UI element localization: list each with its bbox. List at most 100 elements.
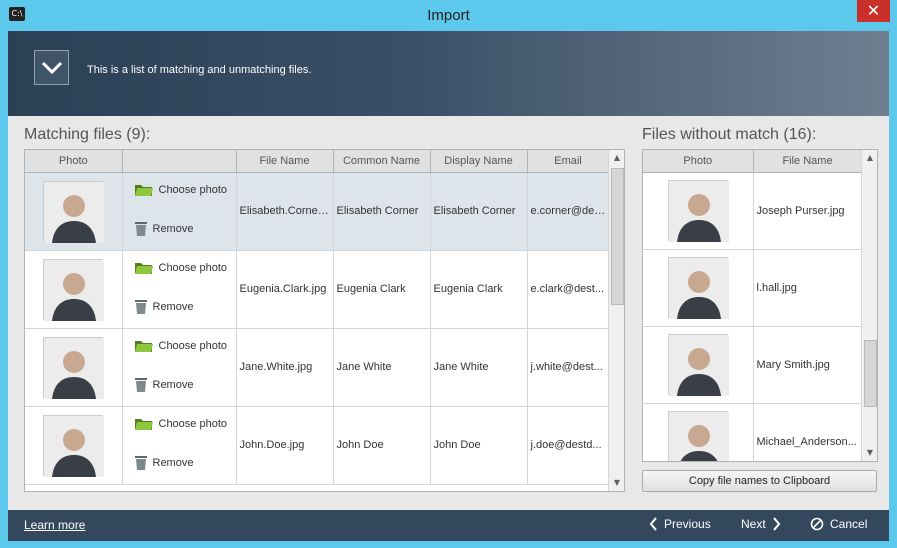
chevron-right-icon — [772, 517, 780, 531]
table-row[interactable]: Michael_Anderson... — [643, 403, 863, 461]
folder-icon — [134, 340, 153, 352]
cancel-button[interactable]: Cancel — [810, 517, 867, 531]
avatar — [43, 258, 105, 321]
window-title: Import — [427, 7, 470, 24]
unmatched-header-row: Photo File Name — [643, 150, 863, 173]
avatar — [43, 180, 105, 243]
table-row[interactable]: Mary Smith.jpg — [643, 326, 863, 404]
file-name-cell: Michael_Anderson... — [753, 403, 863, 461]
photo-cell — [25, 406, 123, 485]
cancel-label: Cancel — [830, 517, 868, 531]
table-row[interactable]: Joseph Purser.jpg — [643, 172, 863, 250]
matching-table-body: Choose photo Remove Elisabeth.Corner... … — [25, 172, 610, 485]
unmatched-files-grid: Photo File Name Joseph Purser.jpg l.hall… — [642, 149, 878, 462]
previous-button[interactable]: Previous — [649, 517, 711, 531]
content-area: Matching files (9): Photo File Name Comm… — [8, 116, 889, 510]
choose-photo-label: Choose photo — [158, 183, 228, 196]
choose-photo-button[interactable]: Choose photo — [134, 183, 228, 197]
copy-to-clipboard-button[interactable]: Copy file names to Clipboard — [642, 470, 877, 492]
remove-label: Remove — [152, 222, 194, 235]
folder-icon — [134, 418, 153, 430]
col-header-common-name[interactable]: Common Name — [333, 150, 431, 173]
file-name-cell: Eugenia.Clark.jpg — [236, 250, 334, 329]
file-name-cell: Mary Smith.jpg — [753, 326, 863, 404]
table-row[interactable]: Choose photo Remove Jane.White.jpg Jane … — [25, 328, 610, 407]
file-name-cell: Jane.White.jpg — [236, 328, 334, 407]
unmatched-scrollbar[interactable]: ▲ ▼ — [861, 150, 877, 461]
collapse-banner-button[interactable] — [34, 50, 69, 85]
close-icon: ✕ — [866, 1, 881, 20]
chevron-down-icon — [41, 61, 62, 74]
table-row[interactable]: Choose photo Remove Eugenia.Clark.jpg Eu… — [25, 250, 610, 329]
next-button[interactable]: Next — [741, 517, 781, 531]
title-bar[interactable]: C:\ Import ✕ — [0, 0, 897, 31]
col-header-display-name[interactable]: Display Name — [430, 150, 528, 173]
common-name-cell: John Doe — [333, 406, 431, 485]
avatar — [667, 411, 729, 461]
display-name-cell: Eugenia Clark — [430, 250, 528, 329]
trash-icon — [134, 455, 147, 470]
col-header-photo[interactable]: Photo — [643, 150, 754, 173]
col-header-actions[interactable] — [122, 150, 237, 173]
folder-icon — [134, 184, 153, 196]
file-name-cell: l.hall.jpg — [753, 249, 863, 327]
remove-button[interactable]: Remove — [134, 455, 193, 471]
trash-icon — [134, 377, 147, 392]
col-header-photo[interactable]: Photo — [25, 150, 123, 173]
matching-scrollbar[interactable]: ▲ ▼ — [608, 150, 624, 491]
col-header-file-name[interactable]: File Name — [236, 150, 334, 173]
email-cell: e.clark@dest... — [527, 250, 610, 329]
display-name-cell: Jane White — [430, 328, 528, 407]
choose-photo-button[interactable]: Choose photo — [134, 417, 228, 431]
choose-photo-button[interactable]: Choose photo — [134, 339, 227, 353]
scroll-down-arrow[interactable]: ▼ — [609, 475, 624, 491]
table-row[interactable]: Choose photo Remove John.Doe.jpg John Do… — [25, 406, 610, 485]
info-banner: This is a list of matching and unmatchin… — [8, 31, 889, 116]
photo-cell — [25, 172, 123, 251]
actions-cell: Choose photo Remove — [122, 172, 237, 251]
actions-cell: Choose photo Remove — [122, 250, 237, 329]
trash-icon — [134, 221, 147, 236]
remove-button[interactable]: Remove — [134, 299, 194, 315]
folder-icon — [134, 262, 153, 274]
import-window: C:\ Import ✕ This is a list of matching … — [0, 0, 897, 548]
table-row[interactable]: Choose photo Remove Elisabeth.Corner... … — [25, 172, 610, 251]
email-cell: e.corner@dest... — [527, 172, 610, 251]
photo-cell — [643, 403, 754, 461]
photo-cell — [25, 250, 123, 329]
display-name-cell: Elisabeth Corner — [430, 172, 528, 251]
table-row[interactable]: l.hall.jpg — [643, 249, 863, 327]
choose-photo-label: Choose photo — [158, 261, 228, 274]
matching-files-grid: Photo File Name Common Name Display Name… — [24, 149, 625, 492]
choose-photo-button[interactable]: Choose photo — [134, 261, 228, 275]
matching-header-row: Photo File Name Common Name Display Name… — [25, 150, 610, 173]
email-cell: j.doe@destd... — [527, 406, 610, 485]
scroll-down-arrow[interactable]: ▼ — [862, 445, 877, 461]
actions-cell: Choose photo Remove — [122, 406, 237, 485]
common-name-cell: Elisabeth Corner — [333, 172, 431, 251]
close-button[interactable]: ✕ — [857, 0, 890, 22]
remove-button[interactable]: Remove — [134, 221, 194, 237]
choose-photo-label: Choose photo — [158, 417, 228, 430]
remove-button[interactable]: Remove — [134, 377, 193, 393]
matching-files-title: Matching files (9): — [24, 126, 151, 143]
avatar — [43, 414, 105, 477]
col-header-email[interactable]: Email — [527, 150, 610, 173]
unmatched-files-title: Files without match (16): — [642, 126, 817, 143]
unmatched-files-table: Photo File Name Joseph Purser.jpg l.hall… — [643, 150, 863, 461]
cancel-icon — [810, 517, 824, 531]
next-label: Next — [741, 517, 766, 531]
scroll-thumb[interactable] — [611, 168, 624, 305]
remove-label: Remove — [152, 300, 194, 313]
chevron-left-icon — [649, 517, 657, 531]
photo-cell — [643, 249, 754, 327]
learn-more-link[interactable]: Learn more — [24, 518, 85, 532]
scroll-up-arrow[interactable]: ▲ — [862, 150, 877, 166]
avatar — [667, 257, 729, 319]
avatar — [43, 336, 105, 399]
col-header-file-name[interactable]: File Name — [753, 150, 863, 173]
scroll-thumb[interactable] — [864, 340, 877, 407]
photo-cell — [25, 328, 123, 407]
scroll-up-arrow[interactable]: ▲ — [609, 150, 624, 166]
avatar — [667, 180, 729, 242]
